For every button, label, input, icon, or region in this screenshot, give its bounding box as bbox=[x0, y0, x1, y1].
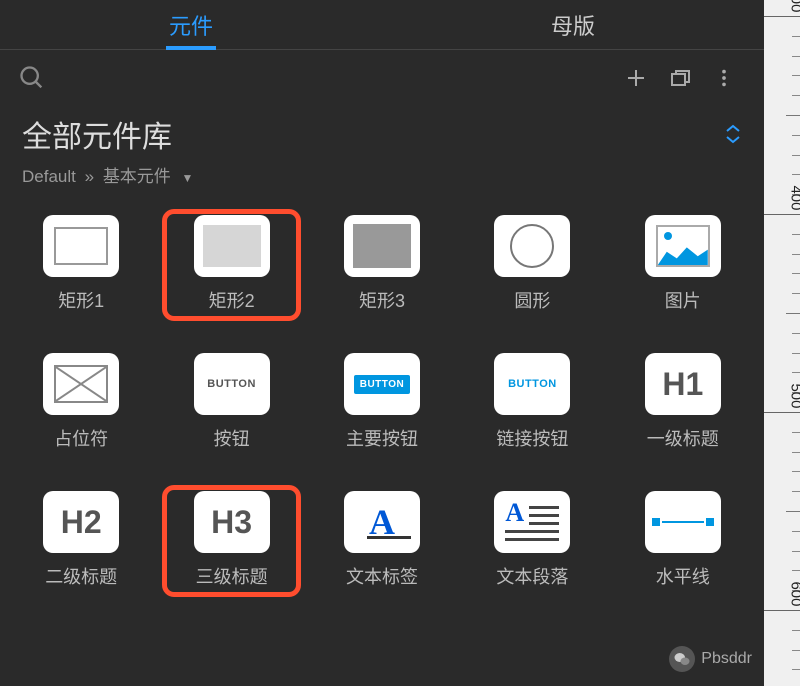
widget-label: 矩形1 bbox=[58, 287, 104, 313]
breadcrumb-leaf: 基本元件 bbox=[103, 167, 171, 186]
widgets-panel: 元件 母版 全部元件库 Default » 基本元件 ▼ 矩形1 矩形2 矩形3 圆形… bbox=[0, 0, 764, 686]
library-title: 全部元件库 bbox=[22, 112, 172, 156]
search-icon[interactable] bbox=[18, 64, 46, 92]
widget-thumbnail bbox=[43, 215, 119, 277]
widget-label: 矩形2 bbox=[209, 287, 255, 313]
add-button[interactable] bbox=[614, 56, 658, 100]
widget-button[interactable]: BUTTON 按钮 bbox=[162, 347, 300, 459]
breadcrumb[interactable]: Default » 基本元件 ▼ bbox=[0, 156, 764, 201]
widget-thumbnail: H2 bbox=[43, 491, 119, 553]
widget-button-link[interactable]: BUTTON 链接按钮 bbox=[463, 347, 601, 459]
widget-text-label[interactable]: A 文本标签 bbox=[313, 485, 451, 597]
widget-label: 文本标签 bbox=[346, 563, 418, 589]
widget-hline[interactable]: 水平线 bbox=[614, 485, 752, 597]
wechat-icon bbox=[669, 646, 695, 672]
ruler-tick-label: 300 bbox=[788, 0, 800, 13]
widget-label: 主要按钮 bbox=[346, 425, 418, 451]
widget-label: 按钮 bbox=[214, 425, 250, 451]
widget-image[interactable]: 图片 bbox=[614, 209, 752, 321]
widget-thumbnail: A bbox=[344, 491, 420, 553]
widget-grid: 矩形1矩形2矩形3圆形图片占位符BUTTON按钮BUTTON主要按钮BUTTON… bbox=[0, 201, 764, 605]
watermark: Pbsddr bbox=[669, 646, 752, 672]
widget-paragraph[interactable]: A 文本段落 bbox=[463, 485, 601, 597]
widget-button-primary[interactable]: BUTTON 主要按钮 bbox=[313, 347, 451, 459]
tab-masters[interactable]: 母版 bbox=[382, 0, 764, 49]
widget-label: 水平线 bbox=[656, 563, 710, 589]
widget-thumbnail: H1 bbox=[645, 353, 721, 415]
library-header: 全部元件库 bbox=[0, 106, 764, 156]
ruler-tick-label: 500 bbox=[788, 383, 800, 408]
widget-thumbnail bbox=[43, 353, 119, 415]
widget-placeholder[interactable]: 占位符 bbox=[12, 347, 150, 459]
widget-label: 链接按钮 bbox=[496, 425, 568, 451]
widget-thumbnail: H3 bbox=[194, 491, 270, 553]
widget-thumbnail bbox=[645, 215, 721, 277]
watermark-text: Pbsddr bbox=[701, 650, 752, 668]
tab-widgets[interactable]: 元件 bbox=[0, 0, 382, 49]
widget-heading[interactable]: H3 三级标题 bbox=[162, 485, 300, 597]
widget-heading[interactable]: H2 二级标题 bbox=[12, 485, 150, 597]
widget-label: 三级标题 bbox=[196, 563, 268, 589]
more-options-icon[interactable] bbox=[702, 56, 746, 100]
widget-rect2[interactable]: 矩形2 bbox=[162, 209, 300, 321]
panel-tabs: 元件 母版 bbox=[0, 0, 764, 50]
widget-thumbnail: A bbox=[494, 491, 570, 553]
panel-toolbar bbox=[0, 50, 764, 106]
vertical-ruler: 300 400 500 600 bbox=[764, 0, 800, 686]
widget-label: 一级标题 bbox=[647, 425, 719, 451]
widget-thumbnail bbox=[645, 491, 721, 553]
widget-thumbnail bbox=[344, 215, 420, 277]
widget-label: 占位符 bbox=[54, 425, 108, 451]
ruler-tick-label: 400 bbox=[788, 185, 800, 210]
breadcrumb-separator: » bbox=[85, 167, 94, 186]
widget-label: 图片 bbox=[665, 287, 701, 313]
widget-thumbnail bbox=[194, 215, 270, 277]
widget-label: 矩形3 bbox=[359, 287, 405, 313]
widget-circle[interactable]: 圆形 bbox=[463, 209, 601, 321]
widget-heading[interactable]: H1 一级标题 bbox=[614, 347, 752, 459]
widget-thumbnail: BUTTON bbox=[344, 353, 420, 415]
breadcrumb-root: Default bbox=[22, 167, 76, 186]
widget-rect1[interactable]: 矩形1 bbox=[12, 209, 150, 321]
breadcrumb-caret-icon: ▼ bbox=[182, 171, 194, 185]
expand-collapse-icon[interactable] bbox=[724, 124, 742, 144]
widget-thumbnail: BUTTON bbox=[194, 353, 270, 415]
ruler-tick-label: 600 bbox=[788, 581, 800, 606]
windows-icon[interactable] bbox=[658, 56, 702, 100]
widget-label: 圆形 bbox=[514, 287, 550, 313]
widget-thumbnail: BUTTON bbox=[494, 353, 570, 415]
widget-rect3[interactable]: 矩形3 bbox=[313, 209, 451, 321]
widget-label: 二级标题 bbox=[45, 563, 117, 589]
widget-thumbnail bbox=[494, 215, 570, 277]
widget-label: 文本段落 bbox=[496, 563, 568, 589]
